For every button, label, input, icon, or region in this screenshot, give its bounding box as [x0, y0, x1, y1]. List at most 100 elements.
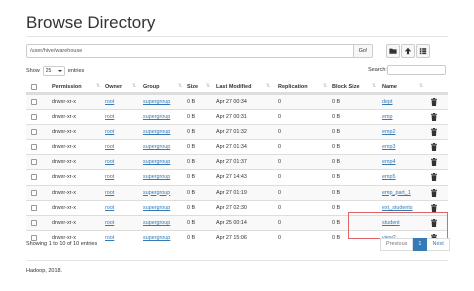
cell-block-size: 0 B: [332, 129, 341, 136]
cell-owner[interactable]: root: [105, 99, 114, 105]
trash-icon[interactable]: [431, 113, 437, 122]
cell-owner[interactable]: root: [105, 129, 114, 135]
show-entries-control: Show 25 entries: [26, 66, 84, 76]
trash-icon[interactable]: [431, 158, 437, 167]
header-permission[interactable]: Permission: [52, 84, 82, 90]
previous-page-button[interactable]: Previous: [380, 238, 414, 251]
cell-group[interactable]: supergroup: [143, 129, 170, 135]
cell-replication: 0: [278, 114, 281, 121]
cell-last-modified: Apr 27 01:34: [216, 144, 247, 151]
cell-group[interactable]: supergroup: [143, 190, 170, 196]
entries-label: entries: [67, 68, 85, 74]
cell-permission: drwxr-xr-x: [52, 159, 76, 166]
row-checkbox[interactable]: [31, 129, 37, 136]
search-input[interactable]: [387, 65, 446, 75]
table-row: drwxr-xr-x root supergroup 0 B Apr 27 01:32 0…: [26, 124, 448, 140]
cell-group[interactable]: supergroup: [143, 220, 170, 226]
row-checkbox[interactable]: [31, 174, 37, 181]
cell-name[interactable]: ext_students: [382, 205, 413, 211]
cell-owner[interactable]: root: [105, 205, 114, 211]
cell-name[interactable]: emp_part_1: [382, 190, 411, 196]
trash-icon[interactable]: [431, 188, 437, 197]
cell-size: 0 B: [187, 159, 196, 166]
cell-last-modified: Apr 27 01:19: [216, 189, 247, 196]
cell-group[interactable]: supergroup: [143, 144, 170, 150]
trash-icon[interactable]: [431, 128, 437, 137]
select-all-checkbox[interactable]: [31, 84, 37, 90]
cell-owner[interactable]: root: [105, 114, 114, 120]
upload-button[interactable]: [401, 44, 415, 58]
chevron-down-icon: [57, 70, 62, 72]
table-header: Permission ⇅ Owner ⇅ Group ⇅ Size ⇅ Last…: [26, 80, 448, 94]
path-bar: Go!: [26, 44, 373, 58]
sort-icon: ⇅: [96, 83, 101, 89]
row-checkbox[interactable]: [31, 234, 37, 241]
sort-icon: ⇅: [323, 83, 328, 89]
table-info: Showing 1 to 10 of 10 entries: [26, 241, 98, 247]
cell-owner[interactable]: root: [105, 159, 114, 165]
entries-select[interactable]: 25: [42, 66, 65, 76]
cell-owner[interactable]: root: [105, 190, 114, 196]
go-button[interactable]: Go!: [354, 44, 373, 58]
trash-icon[interactable]: [431, 173, 437, 182]
header-replication[interactable]: Replication: [278, 84, 308, 90]
row-checkbox[interactable]: [31, 219, 37, 226]
header-size[interactable]: Size: [187, 84, 198, 90]
search-label: Search:: [368, 67, 387, 73]
row-checkbox[interactable]: [31, 204, 37, 211]
cell-name[interactable]: emp: [382, 114, 393, 120]
upload-icon: [404, 47, 412, 55]
header-block-size[interactable]: Block Size: [332, 84, 360, 90]
cell-permission: drwxr-xr-x: [52, 144, 76, 151]
cell-permission: drwxr-xr-x: [52, 99, 76, 105]
cell-group[interactable]: supergroup: [143, 99, 170, 105]
cell-group[interactable]: supergroup: [143, 174, 170, 180]
cell-name[interactable]: dept: [382, 99, 393, 105]
cell-group[interactable]: supergroup: [143, 159, 170, 165]
cell-replication: 0: [278, 219, 281, 226]
trash-icon[interactable]: [431, 203, 437, 212]
cell-owner[interactable]: root: [105, 144, 114, 150]
row-checkbox[interactable]: [31, 114, 37, 121]
row-checkbox[interactable]: [31, 189, 37, 196]
row-checkbox[interactable]: [31, 144, 37, 151]
show-label: Show: [26, 68, 40, 74]
table-row: drwxr-xr-x root supergroup 0 B Apr 27 01:37 0…: [26, 154, 448, 170]
path-input[interactable]: [26, 44, 354, 58]
trash-icon[interactable]: [431, 143, 437, 152]
cell-permission: drwxr-xr-x: [52, 174, 76, 181]
cell-replication: 0: [278, 189, 281, 196]
footer-text: Hadoop, 2018.: [26, 268, 63, 274]
table-row: drwxr-xr-x root supergroup 0 B Apr 27 14:43 0…: [26, 169, 448, 184]
sort-icon: ⇅: [419, 83, 424, 89]
cell-owner[interactable]: root: [105, 174, 114, 180]
cell-owner[interactable]: root: [105, 235, 114, 241]
cell-group[interactable]: supergroup: [143, 235, 170, 241]
create-directory-button[interactable]: [386, 44, 400, 58]
cell-block-size: 0 B: [332, 114, 341, 121]
cell-block-size: 0 B: [332, 159, 341, 166]
next-page-button[interactable]: Next: [427, 238, 450, 251]
cell-owner[interactable]: root: [105, 220, 114, 226]
cut-paste-button[interactable]: [416, 44, 430, 58]
header-last-modified[interactable]: Last Modified: [216, 84, 251, 90]
footer-divider: [26, 260, 448, 261]
cell-block-size: 0 B: [332, 234, 341, 241]
cell-name[interactable]: emp5: [382, 174, 396, 180]
page-1-button[interactable]: 1: [413, 238, 428, 251]
cell-size: 0 B: [187, 129, 196, 136]
cell-group[interactable]: supergroup: [143, 114, 170, 120]
row-checkbox[interactable]: [31, 99, 37, 105]
cell-group[interactable]: supergroup: [143, 205, 170, 211]
cell-size: 0 B: [187, 114, 196, 121]
header-name[interactable]: Name: [382, 84, 397, 90]
trash-icon[interactable]: [431, 98, 437, 106]
cell-replication: 0: [278, 234, 281, 241]
row-checkbox[interactable]: [31, 159, 37, 166]
cell-name[interactable]: emp4: [382, 159, 396, 165]
header-group[interactable]: Group: [143, 84, 160, 90]
cell-name[interactable]: emp3: [382, 144, 396, 150]
cell-name[interactable]: emp2: [382, 129, 396, 135]
header-owner[interactable]: Owner: [105, 84, 122, 90]
sort-icon: ⇅: [178, 83, 183, 89]
